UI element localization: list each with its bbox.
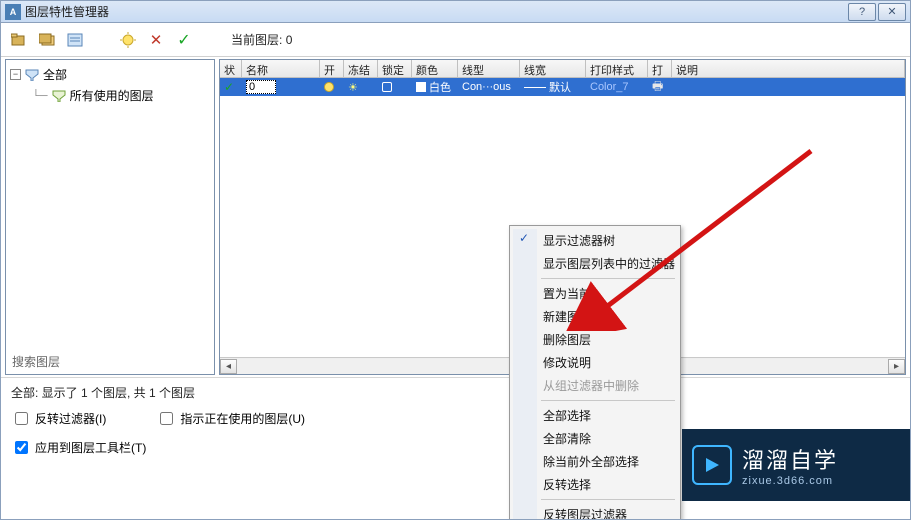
tree-child-label: 所有使用的图层 [70, 87, 154, 104]
new-property-filter-icon[interactable] [9, 29, 31, 51]
close-window-button[interactable]: ✕ [878, 3, 906, 21]
options-row-1: 反转过滤器(I) 指示正在使用的图层(U) [1, 403, 910, 432]
table-row[interactable]: ✓ 0 ☀ 白色 Con···ous 默认 Color_7 🖶 [220, 78, 905, 96]
color-label: 白色 [429, 79, 451, 95]
ctx-set-current[interactable]: 置为当前 [513, 282, 677, 305]
layer-name-edit[interactable]: 0 [246, 80, 276, 94]
context-menu[interactable]: 显示过滤器树 显示图层列表中的过滤器 置为当前 新建图层 删除图层 修改说明 从… [509, 225, 681, 520]
ctx-show-filters-in-list[interactable]: 显示图层列表中的过滤器 [513, 252, 677, 275]
invert-filter-checkbox[interactable]: 反转过滤器(I) [11, 409, 106, 428]
watermark-brand: 溜溜自学 [742, 443, 838, 475]
new-group-filter-icon[interactable] [37, 29, 59, 51]
ctx-invert-layer-filter[interactable]: 反转图层过滤器 [513, 503, 677, 520]
ctx-remove-from-group: 从组过滤器中删除 [513, 374, 677, 397]
scroll-left-icon[interactable]: ◂ [220, 359, 237, 374]
tree-root-label: 全部 [43, 66, 67, 83]
window-title: 图层特性管理器 [25, 3, 109, 20]
col-on[interactable]: 开 [320, 60, 344, 77]
filter-used-icon [52, 90, 66, 102]
tree-root[interactable]: − 全部 [10, 64, 210, 85]
invert-filter-input[interactable] [15, 412, 28, 425]
ctx-delete-layer[interactable]: 删除图层 [513, 328, 677, 351]
layer-states-icon[interactable] [65, 29, 87, 51]
printer-icon[interactable]: 🖶 [652, 78, 663, 98]
indicate-in-use-checkbox[interactable]: 指示正在使用的图层(U) [156, 409, 305, 428]
search-layer-label[interactable]: 搜索图层 [12, 353, 60, 370]
tree-branch-icon: └─ [32, 90, 48, 102]
collapse-icon[interactable]: − [10, 69, 21, 80]
layer-manager-window: A 图层特性管理器 ? ✕ ✕ ✓ 当前图层: 0 [0, 0, 911, 520]
apply-toolbar-input[interactable] [15, 441, 28, 454]
col-lwt[interactable]: 线宽 [520, 60, 586, 77]
col-ltype[interactable]: 线型 [458, 60, 520, 77]
col-color[interactable]: 颜色 [412, 60, 458, 77]
col-freeze[interactable]: 冻结 [344, 60, 378, 77]
ctx-separator [541, 499, 675, 500]
ctx-separator [541, 278, 675, 279]
lock-icon[interactable] [382, 82, 392, 92]
app-icon: A [5, 4, 21, 20]
on-bulb-icon[interactable] [324, 82, 334, 92]
col-pstyle[interactable]: 打印样式 [586, 60, 648, 77]
watermark-overlay: 溜溜自学 zixue.3d66.com [682, 429, 910, 501]
apply-toolbar-checkbox[interactable]: 应用到图层工具栏(T) [11, 438, 146, 457]
ctx-separator [541, 400, 675, 401]
filter-tree[interactable]: − 全部 └─ 所有使用的图层 [6, 60, 214, 110]
tree-child[interactable]: └─ 所有使用的图层 [10, 85, 210, 106]
col-desc[interactable]: 说明 [672, 60, 905, 77]
current-layer-label: 当前图层: 0 [231, 31, 292, 48]
new-layer-icon[interactable] [117, 29, 139, 51]
watermark-url: zixue.3d66.com [742, 475, 838, 487]
ctx-invert-sel[interactable]: 反转选择 [513, 473, 677, 496]
scroll-right-icon[interactable]: ▸ [888, 359, 905, 374]
col-name[interactable]: 名称 [242, 60, 320, 77]
col-state[interactable]: 状 [220, 60, 242, 77]
ctx-show-filter-tree[interactable]: 显示过滤器树 [513, 229, 677, 252]
help-button-titlebar[interactable]: ? [848, 3, 876, 21]
toolbar: ✕ ✓ 当前图层: 0 [1, 23, 910, 57]
status-text: 全部: 显示了 1 个图层, 共 1 个图层 [1, 377, 910, 403]
filter-tree-pane: − 全部 └─ 所有使用的图层 搜索图层 [5, 59, 215, 375]
ctx-edit-desc[interactable]: 修改说明 [513, 351, 677, 374]
ctx-new-layer[interactable]: 新建图层 [513, 305, 677, 328]
set-current-icon[interactable]: ✓ [173, 29, 195, 51]
ctx-select-all-but[interactable]: 除当前外全部选择 [513, 450, 677, 473]
grid-header[interactable]: 状 名称 开 冻结 锁定 颜色 线型 线宽 打印样式 打 说明 [220, 60, 905, 78]
ctx-select-all[interactable]: 全部选择 [513, 404, 677, 427]
delete-layer-icon[interactable]: ✕ [145, 29, 167, 51]
ctx-clear-all[interactable]: 全部清除 [513, 427, 677, 450]
indicate-in-use-input[interactable] [160, 412, 173, 425]
lineweight-sample-icon [524, 87, 546, 88]
lweight-cell[interactable]: 默认 [549, 79, 571, 95]
body: − 全部 └─ 所有使用的图层 搜索图层 [1, 57, 910, 377]
color-swatch-icon[interactable] [416, 82, 426, 92]
freeze-sun-icon[interactable]: ☀ [348, 81, 358, 94]
pstyle-cell: Color_7 [586, 81, 648, 93]
ltype-cell[interactable]: Con···ous [458, 81, 520, 93]
watermark-play-icon [692, 445, 732, 485]
state-current-icon: ✓ [224, 80, 234, 94]
titlebar[interactable]: A 图层特性管理器 ? ✕ [1, 1, 910, 23]
col-print[interactable]: 打 [648, 60, 672, 77]
col-lock[interactable]: 锁定 [378, 60, 412, 77]
filter-all-icon [25, 69, 39, 81]
